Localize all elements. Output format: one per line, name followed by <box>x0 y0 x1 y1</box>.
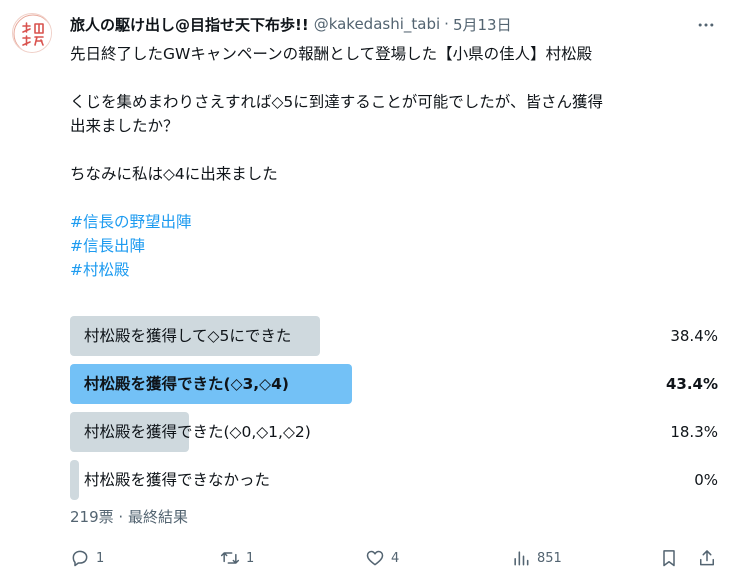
tweet-header: 旅人の駆け出し@目指せ天下布歩!! @kakedashi_tabi · 5月13… <box>70 13 691 35</box>
author-name[interactable]: 旅人の駆け出し@目指せ天下布歩!! <box>70 14 309 35</box>
poll-option-percent: 18.3% <box>670 423 718 441</box>
poll-option-label: 村松殿を獲得できなかった <box>84 471 271 489</box>
views-icon <box>514 551 529 566</box>
poll-meta-separator: · <box>118 508 124 526</box>
tweet-text-gap <box>70 186 720 210</box>
poll-option: 村松殿を獲得して◇5にできた 38.4% <box>70 316 720 356</box>
reply-count: 1 <box>96 550 105 566</box>
more-icon <box>698 23 714 27</box>
like-icon <box>366 550 384 566</box>
view-count: 851 <box>537 550 562 566</box>
more-options-button[interactable] <box>695 14 717 36</box>
avatar-logo-icon <box>13 14 51 52</box>
tweet-text-gap <box>70 66 720 90</box>
header-separator: · <box>444 15 449 33</box>
like-count: 4 <box>391 550 400 566</box>
poll-option: 村松殿を獲得できた(◇3,◇4) 43.4% <box>70 364 720 404</box>
hashtag-link[interactable]: #信長出陣 <box>70 234 720 258</box>
poll-meta: 219票 · 最終結果 <box>70 506 188 527</box>
author-handle[interactable]: @kakedashi_tabi <box>314 15 440 33</box>
retweet-count: 1 <box>246 550 255 566</box>
avatar[interactable] <box>12 13 52 53</box>
action-bar: 1 1 4 851 <box>70 545 720 571</box>
poll-bar <box>70 460 79 500</box>
bookmark-icon <box>663 550 675 567</box>
share-button[interactable] <box>697 545 717 571</box>
tweet-text-line: くじを集めまわりさえすれば◇5に到達することが可能でしたが、皆さん獲得 <box>70 93 603 111</box>
poll: 村松殿を獲得して◇5にできた 38.4% 村松殿を獲得できた(◇3,◇4) 43… <box>70 316 720 508</box>
tweet-body: 先日終了したGWキャンペーンの報酬として登場した【小県の佳人】村松殿 くじを集め… <box>70 42 720 282</box>
hashtag-link[interactable]: #信長の野望出陣 <box>70 210 720 234</box>
bookmark-button[interactable] <box>659 545 679 571</box>
reply-icon <box>72 550 88 567</box>
poll-option-percent: 43.4% <box>665 375 718 393</box>
retweet-icon <box>220 552 240 564</box>
views-button[interactable]: 851 <box>511 545 562 571</box>
poll-votes: 219票 <box>70 508 114 526</box>
poll-option-percent: 38.4% <box>670 327 718 345</box>
tweet-text-line: ちなみに私は◇4に出来ました <box>70 165 278 183</box>
like-button[interactable]: 4 <box>365 545 399 571</box>
share-icon <box>700 550 714 566</box>
poll-option: 村松殿を獲得できた(◇0,◇1,◇2) 18.3% <box>70 412 720 452</box>
tweet-text-line: 先日終了したGWキャンペーンの報酬として登場した【小県の佳人】村松殿 <box>70 45 593 63</box>
retweet-button[interactable]: 1 <box>220 545 254 571</box>
reply-button[interactable]: 1 <box>70 545 104 571</box>
tweet-text-gap <box>70 138 720 162</box>
poll-option-label: 村松殿を獲得して◇5にできた <box>84 327 292 345</box>
poll-option-label: 村松殿を獲得できた(◇3,◇4) <box>84 375 289 393</box>
poll-status: 最終結果 <box>127 508 188 526</box>
tweet-date[interactable]: 5月13日 <box>453 14 512 35</box>
poll-option-percent: 0% <box>694 471 718 489</box>
poll-option-label: 村松殿を獲得できた(◇0,◇1,◇2) <box>84 423 311 441</box>
poll-option: 村松殿を獲得できなかった 0% <box>70 460 720 500</box>
tweet-text-line: 出来ましたか？ <box>70 117 179 135</box>
hashtag-link[interactable]: #村松殿 <box>70 258 720 282</box>
